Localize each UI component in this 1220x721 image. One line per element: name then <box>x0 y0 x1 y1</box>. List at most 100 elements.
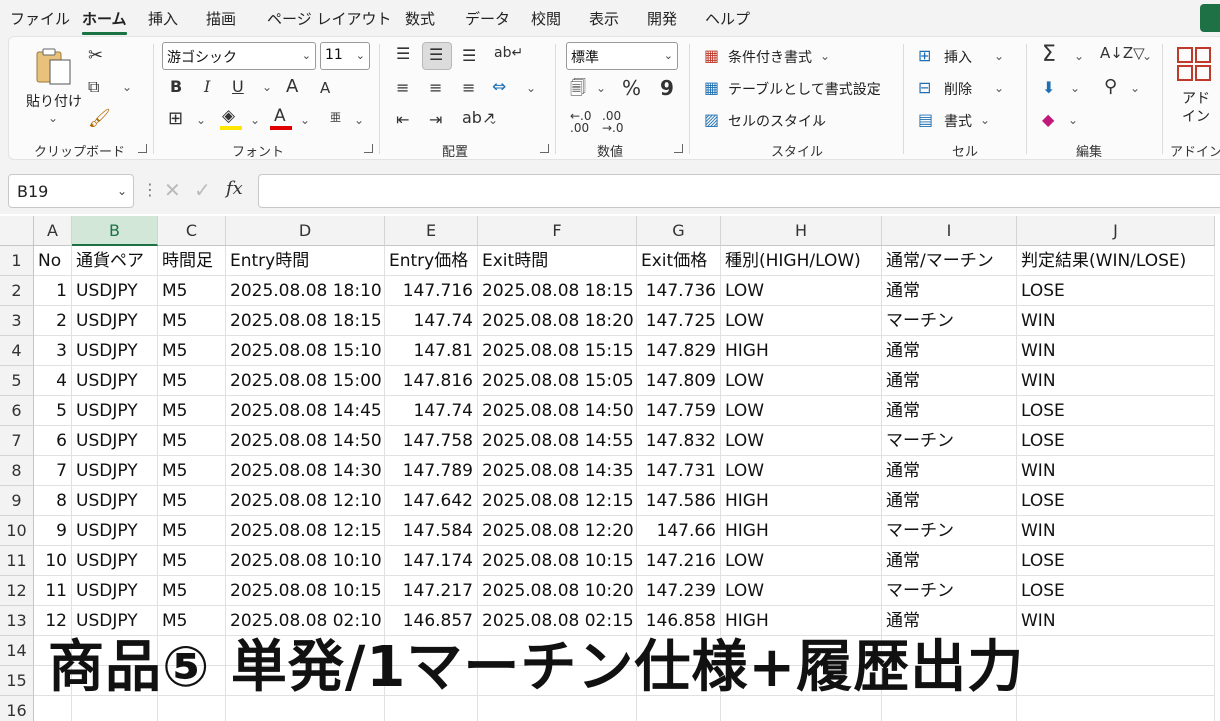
number-format-combo[interactable]: 標準 ⌄ <box>566 42 678 70</box>
format-cells-button[interactable]: 書式 <box>944 111 972 131</box>
tab-home[interactable]: ホーム <box>82 8 127 35</box>
chevron-down-icon[interactable]: ⌄ <box>1070 82 1080 94</box>
chevron-down-icon[interactable]: ⌄ <box>1142 50 1152 62</box>
fill-icon[interactable]: ⬇ <box>1042 80 1055 96</box>
cell-h6[interactable]: LOW <box>721 396 882 426</box>
cell-d4[interactable]: 2025.08.08 15:10 <box>226 336 385 366</box>
tab-view[interactable]: 表示 <box>589 8 619 29</box>
number-launcher-icon[interactable] <box>674 144 683 153</box>
cell-c9[interactable]: M5 <box>158 486 226 516</box>
cell-e10[interactable]: 147.584 <box>385 516 478 546</box>
cell-i11[interactable]: 通常 <box>882 546 1017 576</box>
align-bottom-icon[interactable]: ☰ <box>462 48 476 64</box>
row-header-4[interactable]: 4 <box>0 336 34 366</box>
cell-h1[interactable]: 種別(HIGH/LOW) <box>721 246 882 276</box>
borders-dropdown-icon[interactable]: ⌄ <box>196 114 206 126</box>
row-header-15[interactable]: 15 <box>0 666 34 696</box>
cell-i3[interactable]: マーチン <box>882 306 1017 336</box>
accounting-format-icon[interactable]: 🗐 <box>570 80 586 96</box>
cell-j1[interactable]: 判定結果(WIN/LOSE) <box>1017 246 1215 276</box>
cell-d12[interactable]: 2025.08.08 10:15 <box>226 576 385 606</box>
chevron-down-icon[interactable]: ⌄ <box>994 50 1004 62</box>
fill-color-icon[interactable]: ◈ <box>222 108 235 125</box>
cell-i1[interactable]: 通常/マーチン <box>882 246 1017 276</box>
borders-icon[interactable]: ⊞ <box>168 110 183 128</box>
column-header-c[interactable]: C <box>158 216 226 246</box>
cell-a3[interactable]: 2 <box>34 306 72 336</box>
cell-a1[interactable]: No <box>34 246 72 276</box>
row-header-14[interactable]: 14 <box>0 636 34 666</box>
cell-b1[interactable]: 通貨ペア <box>72 246 158 276</box>
cell-c1[interactable]: 時間足 <box>158 246 226 276</box>
cell-a9[interactable]: 8 <box>34 486 72 516</box>
cell-e1[interactable]: Entry価格 <box>385 246 478 276</box>
cell-b9[interactable]: USDJPY <box>72 486 158 516</box>
clipboard-launcher-icon[interactable] <box>138 144 147 153</box>
insert-function-button[interactable]: fx <box>226 180 243 198</box>
format-as-table-button[interactable]: テーブルとして書式設定 <box>728 79 881 99</box>
cell-d1[interactable]: Entry時間 <box>226 246 385 276</box>
tab-file[interactable]: ファイル <box>10 8 70 29</box>
merge-center-icon[interactable]: ⇔ <box>492 79 506 96</box>
cell-g13[interactable]: 146.858 <box>637 606 721 636</box>
copy-icon[interactable]: ⧉ <box>88 79 99 95</box>
sort-filter-icon[interactable]: A↓Z▽ <box>1100 46 1145 61</box>
cell-j11[interactable]: LOSE <box>1017 546 1215 576</box>
cell-d8[interactable]: 2025.08.08 14:30 <box>226 456 385 486</box>
chevron-down-icon[interactable]: ⌄ <box>1074 50 1084 62</box>
insert-cells-button[interactable]: 挿入 <box>944 47 972 67</box>
cell-i6[interactable]: 通常 <box>882 396 1017 426</box>
cell-d11[interactable]: 2025.08.08 10:10 <box>226 546 385 576</box>
column-header-h[interactable]: H <box>721 216 882 246</box>
paste-icon[interactable] <box>34 46 74 86</box>
cell-f7[interactable]: 2025.08.08 14:55 <box>478 426 637 456</box>
cell-c11[interactable]: M5 <box>158 546 226 576</box>
cell-i13[interactable]: 通常 <box>882 606 1017 636</box>
cell-e9[interactable]: 147.642 <box>385 486 478 516</box>
cell-j7[interactable]: LOSE <box>1017 426 1215 456</box>
cell-b12[interactable]: USDJPY <box>72 576 158 606</box>
cell-c12[interactable]: M5 <box>158 576 226 606</box>
row-header-16[interactable]: 16 <box>0 696 34 721</box>
row-header-12[interactable]: 12 <box>0 576 34 606</box>
cell-g1[interactable]: Exit価格 <box>637 246 721 276</box>
chevron-down-icon[interactable]: ⌄ <box>980 114 990 126</box>
cell-a4[interactable]: 3 <box>34 336 72 366</box>
cell-e5[interactable]: 147.816 <box>385 366 478 396</box>
cell-i12[interactable]: マーチン <box>882 576 1017 606</box>
row-header-8[interactable]: 8 <box>0 456 34 486</box>
cell-h4[interactable]: HIGH <box>721 336 882 366</box>
underline-button[interactable]: U <box>232 79 244 95</box>
format-painter-icon[interactable]: 🖌 <box>88 110 111 128</box>
tab-insert[interactable]: 挿入 <box>148 8 178 29</box>
chevron-down-icon[interactable]: ⌄ <box>820 50 830 62</box>
paste-dropdown-icon[interactable]: ⌄ <box>48 112 58 124</box>
decrease-decimal-icon[interactable]: .00 →.0 <box>602 110 624 134</box>
cell-j5[interactable]: WIN <box>1017 366 1215 396</box>
cell-d2[interactable]: 2025.08.08 18:10 <box>226 276 385 306</box>
cell-f1[interactable]: Exit時間 <box>478 246 637 276</box>
cell-h13[interactable]: HIGH <box>721 606 882 636</box>
cell-d13[interactable]: 2025.08.08 02:10 <box>226 606 385 636</box>
cell-j4[interactable]: WIN <box>1017 336 1215 366</box>
increase-indent-icon[interactable]: ⇥ <box>429 112 442 128</box>
cell-i10[interactable]: マーチン <box>882 516 1017 546</box>
row-header-5[interactable]: 5 <box>0 366 34 396</box>
cell-a2[interactable]: 1 <box>34 276 72 306</box>
cell-h11[interactable]: LOW <box>721 546 882 576</box>
cell-j8[interactable]: WIN <box>1017 456 1215 486</box>
row-header-2[interactable]: 2 <box>0 276 34 306</box>
cell-h2[interactable]: LOW <box>721 276 882 306</box>
fill-color-dropdown-icon[interactable]: ⌄ <box>250 114 260 126</box>
cell-a7[interactable]: 6 <box>34 426 72 456</box>
paste-label[interactable]: 貼り付け <box>26 91 82 111</box>
cell-f11[interactable]: 2025.08.08 10:15 <box>478 546 637 576</box>
merge-dropdown-icon[interactable]: ⌄ <box>526 82 536 94</box>
cell-b13[interactable]: USDJPY <box>72 606 158 636</box>
cell-f10[interactable]: 2025.08.08 12:20 <box>478 516 637 546</box>
cell-j10[interactable]: WIN <box>1017 516 1215 546</box>
cell-j16[interactable] <box>1017 696 1215 721</box>
cell-h8[interactable]: LOW <box>721 456 882 486</box>
cell-f12[interactable]: 2025.08.08 10:20 <box>478 576 637 606</box>
cell-c6[interactable]: M5 <box>158 396 226 426</box>
